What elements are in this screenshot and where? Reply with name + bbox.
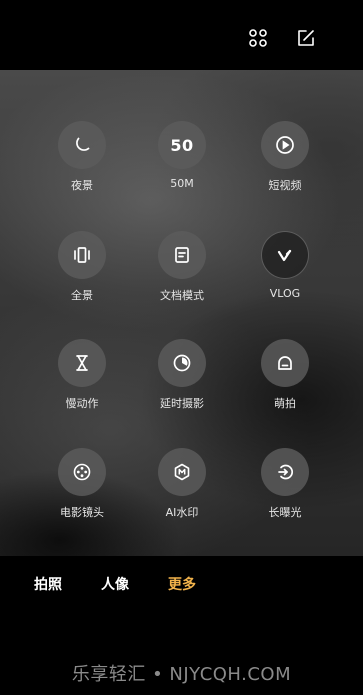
mode-label: 文档模式 (160, 289, 204, 302)
document-icon (175, 247, 189, 263)
short-video-button[interactable] (261, 121, 309, 169)
top-bar (0, 0, 363, 70)
panorama-icon (74, 247, 90, 263)
mode-long-exposure[interactable]: 长曝光 (240, 448, 330, 520)
mode-tabs: 拍照 人像 更多 (0, 556, 363, 616)
mode-label: 长曝光 (268, 506, 302, 519)
slow-motion-button[interactable] (58, 339, 106, 387)
mode-label: 全景 (71, 289, 93, 302)
timelapse-button[interactable] (158, 339, 206, 387)
tab-portrait[interactable]: 人像 (101, 574, 129, 594)
timelapse-icon (173, 354, 191, 372)
mode-label: 夜景 (71, 179, 93, 192)
film-reel-icon (73, 463, 91, 481)
mode-label: 电影镜头 (60, 506, 104, 519)
tab-more[interactable]: 更多 (168, 574, 196, 594)
long-exposure-button[interactable] (261, 448, 309, 496)
vlog-icon (277, 249, 292, 262)
more-modes-panel: 夜景 50 50M 短视频 全景 文档模式 VLOG 慢动作 延时摄影 萌拍 电… (0, 70, 363, 556)
mode-night[interactable]: 夜景 (37, 121, 127, 193)
play-circle-icon (276, 136, 294, 154)
mode-label: 50M (170, 177, 194, 190)
mode-label: AI水印 (165, 506, 199, 519)
vlog-button[interactable] (261, 231, 309, 279)
tab-photo[interactable]: 拍照 (34, 574, 62, 594)
long-exposure-icon (278, 464, 293, 480)
mode-label: 慢动作 (65, 397, 99, 410)
mode-ai-watermark[interactable]: AI水印 (137, 448, 227, 520)
mode-short-video[interactable]: 短视频 (240, 121, 330, 193)
mode-label: 萌拍 (274, 397, 296, 410)
mode-panorama[interactable]: 全景 (37, 231, 127, 303)
mode-label: VLOG (269, 287, 301, 300)
mode-timelapse[interactable]: 延时摄影 (137, 339, 227, 411)
cute-button[interactable] (261, 339, 309, 387)
edit-icon[interactable] (296, 28, 316, 48)
50m-icon-text: 50 (170, 135, 194, 155)
mode-label: 短视频 (268, 179, 302, 192)
night-button[interactable] (58, 121, 106, 169)
mode-50m[interactable]: 50 50M (137, 121, 227, 190)
moon-icon (76, 137, 90, 151)
mode-vlog[interactable]: VLOG (240, 231, 330, 300)
mode-slow-motion[interactable]: 慢动作 (37, 339, 127, 411)
mode-document[interactable]: 文档模式 (137, 231, 227, 303)
ai-watermark-button[interactable] (158, 448, 206, 496)
hourglass-icon (76, 355, 88, 371)
mode-cute[interactable]: 萌拍 (240, 339, 330, 411)
hexagon-m-icon (174, 463, 190, 481)
panorama-button[interactable] (58, 231, 106, 279)
50m-button[interactable]: 50 (158, 121, 206, 169)
grid-icon[interactable] (248, 28, 268, 48)
movie-lens-button[interactable] (58, 448, 106, 496)
mode-movie-lens[interactable]: 电影镜头 (37, 448, 127, 520)
document-button[interactable] (158, 231, 206, 279)
mode-label: 延时摄影 (160, 397, 204, 410)
watermark-text: 乐享轻汇 • NJYCQH.COM (71, 664, 292, 685)
cute-face-icon (278, 356, 292, 370)
